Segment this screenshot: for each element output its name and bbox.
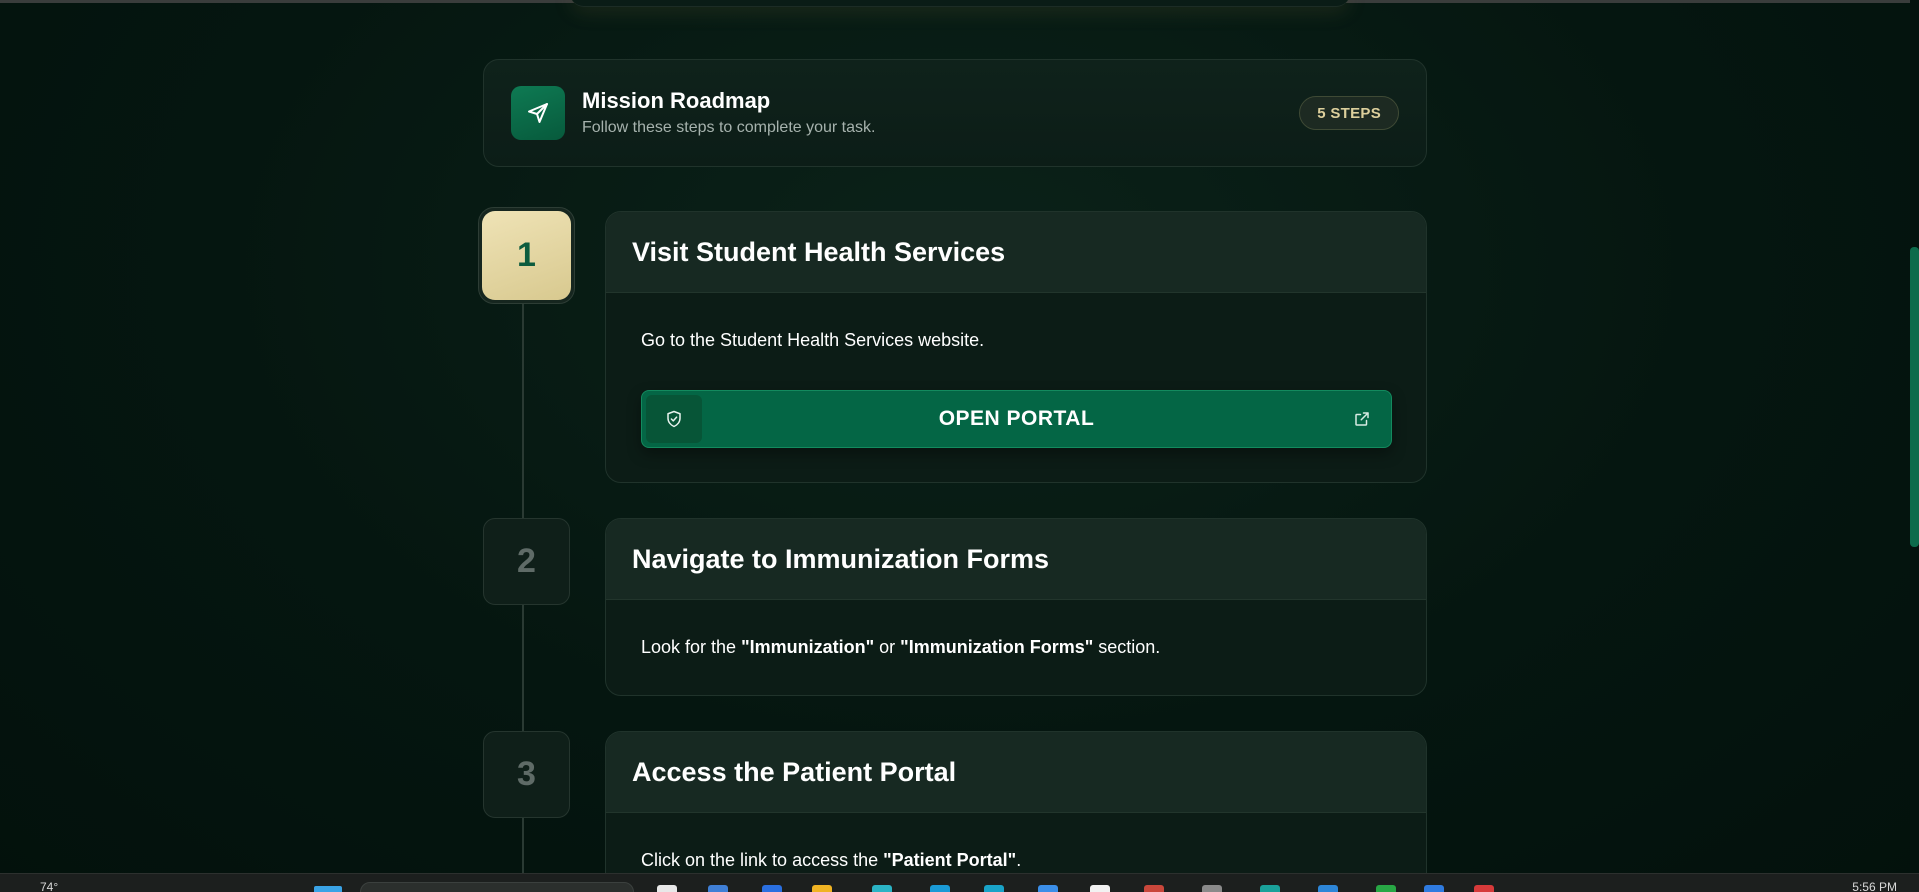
step-title: Access the Patient Portal	[606, 732, 1426, 813]
step-number-2: 2	[483, 518, 570, 605]
step-number-label: 2	[517, 542, 536, 580]
desc-text: section.	[1093, 637, 1161, 657]
desc-text: .	[1016, 850, 1022, 870]
taskbar-app-icon[interactable]	[762, 885, 782, 892]
send-icon	[511, 86, 565, 140]
roadmap-subtitle: Follow these steps to complete your task…	[582, 119, 876, 136]
taskbar-clock[interactable]: 5:56 PM	[1852, 880, 1897, 892]
taskbar-app-icon[interactable]	[1376, 885, 1396, 892]
step-description: Go to the Student Health Services websit…	[641, 330, 985, 350]
taskbar-app-icon[interactable]	[872, 885, 892, 892]
taskbar-app-icon[interactable]	[1318, 885, 1338, 892]
taskbar-app-icon[interactable]	[1202, 885, 1222, 892]
taskbar-app-icon[interactable]	[930, 885, 950, 892]
step-card-3: Access the Patient Portal Click on the l…	[605, 731, 1427, 892]
open-portal-button[interactable]: OPEN PORTAL	[641, 390, 1392, 448]
taskbar-app-icon[interactable]	[1144, 885, 1164, 892]
previous-panel-edge	[570, 0, 1350, 7]
step-title: Visit Student Health Services	[606, 212, 1426, 293]
step-number-label: 1	[482, 211, 571, 300]
desc-text: Click on the link to access the	[641, 850, 884, 870]
desc-text: Look for the	[641, 637, 742, 657]
page: Mission Roadmap Follow these steps to co…	[0, 0, 1919, 892]
taskbar-app-icon[interactable]	[812, 885, 832, 892]
taskbar-app-icon[interactable]	[1090, 885, 1110, 892]
step-number-label: 3	[517, 755, 536, 793]
taskbar-search[interactable]	[360, 882, 634, 892]
windows-start-icon[interactable]	[314, 886, 342, 892]
taskbar-app-icon[interactable]	[708, 885, 728, 892]
desc-bold-patient-portal: "Patient Portal"	[883, 850, 1017, 870]
roadmap-title: Mission Roadmap	[582, 88, 771, 113]
desc-bold-immunization: "Immunization"	[741, 637, 875, 657]
desc-bold-immunization-forms: "Immunization Forms"	[900, 637, 1094, 657]
step-card-1: Visit Student Health Services Go to the …	[605, 211, 1427, 483]
step-title: Navigate to Immunization Forms	[606, 519, 1426, 600]
taskbar-app-icon[interactable]	[984, 885, 1004, 892]
open-portal-label: OPEN PORTAL	[938, 407, 1095, 430]
roadmap-header-card: Mission Roadmap Follow these steps to co…	[483, 59, 1427, 167]
page-scrollbar[interactable]	[1910, 0, 1919, 873]
external-link-icon	[1355, 412, 1369, 426]
weather-widget[interactable]: 74°	[40, 880, 58, 892]
taskbar-app-icon[interactable]	[657, 885, 677, 892]
os-taskbar: 74° 5:56 PM	[0, 873, 1919, 892]
step-description: Click on the link to access the "Patient…	[606, 813, 1426, 871]
step-number-3: 3	[483, 731, 570, 818]
taskbar-app-icon[interactable]	[1260, 885, 1280, 892]
step-card-2: Navigate to Immunization Forms Look for …	[605, 518, 1427, 696]
step-number-1: 1	[478, 207, 575, 304]
desc-text: or	[874, 637, 901, 657]
steps-count-badge: 5 STEPS	[1299, 96, 1399, 130]
step-description: Look for the "Immunization" or "Immuniza…	[606, 600, 1426, 658]
taskbar-app-icon[interactable]	[1038, 885, 1058, 892]
scrollbar-thumb[interactable]	[1910, 247, 1919, 547]
taskbar-app-icon[interactable]	[1424, 885, 1444, 892]
taskbar-app-icon[interactable]	[1474, 885, 1494, 892]
